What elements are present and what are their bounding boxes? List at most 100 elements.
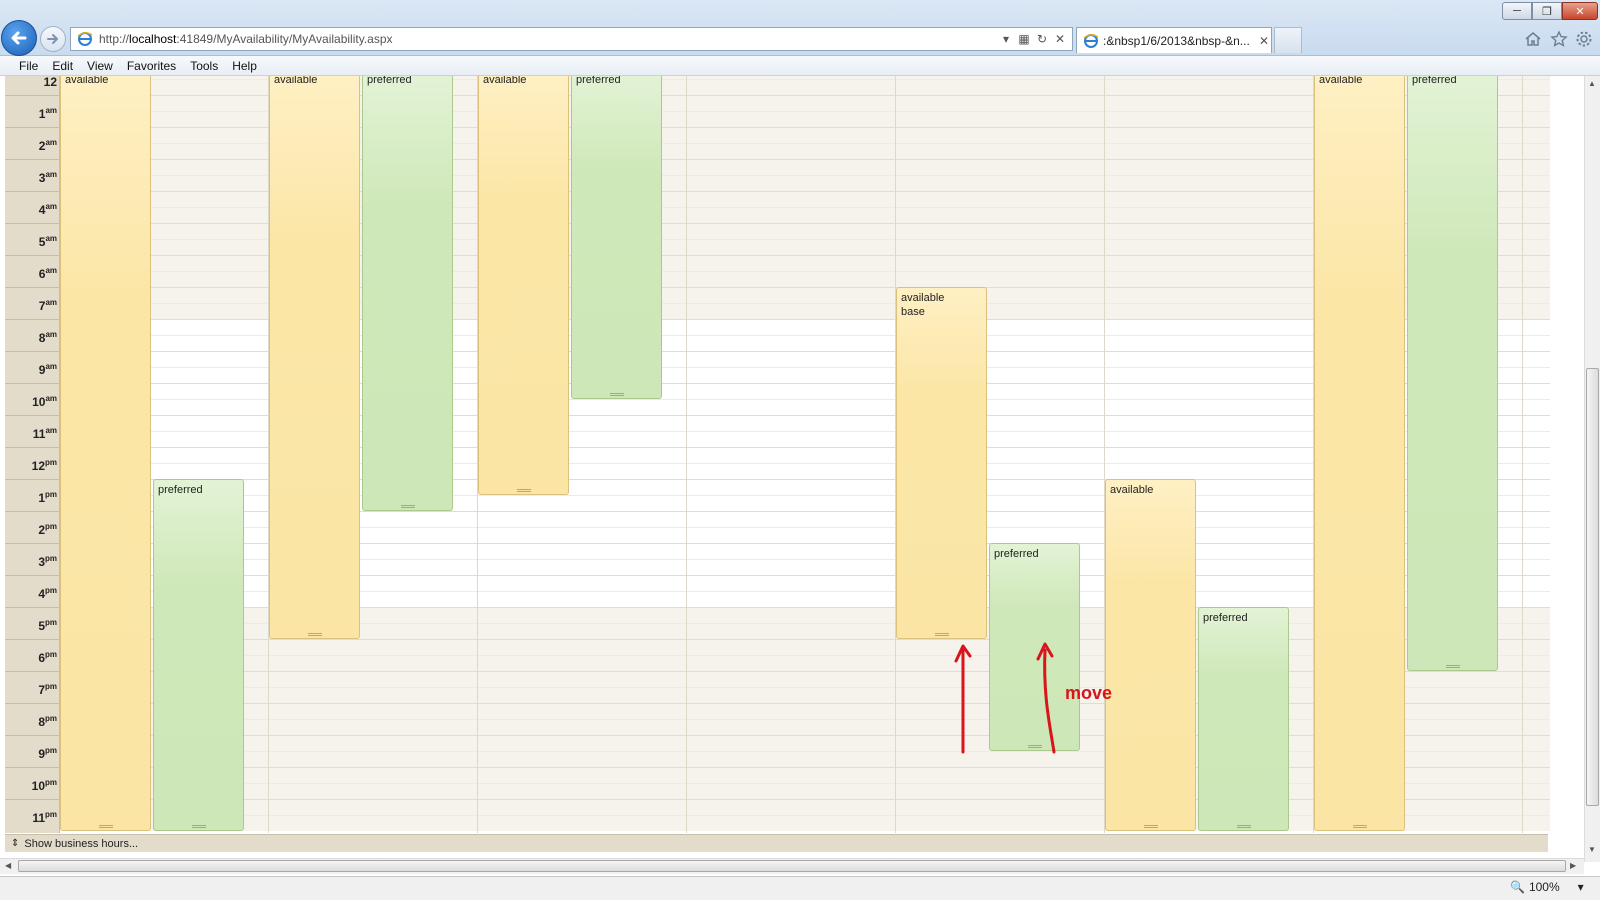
availability-block-preferred[interactable]: preferred — [571, 76, 662, 399]
close-window-button[interactable]: ✕ — [1562, 2, 1598, 20]
tab-close-icon[interactable]: ✕ — [1259, 34, 1269, 48]
hour-suffix: am — [45, 202, 57, 211]
time-gridline — [5, 127, 60, 128]
hour-label: 4am — [5, 202, 57, 217]
horizontal-scroll-thumb[interactable] — [18, 860, 1566, 872]
tab-title: :&nbsp1/6/2013&nbsp-&n... — [1103, 33, 1250, 48]
scroll-right-arrow[interactable]: ▶ — [1570, 861, 1576, 870]
hour-label: 3pm — [5, 554, 57, 569]
restore-button[interactable]: ❐ — [1532, 2, 1562, 20]
hour-number: 3 — [38, 555, 45, 569]
close-icon: ✕ — [1575, 5, 1585, 18]
availability-block-available[interactable]: available — [1105, 479, 1196, 831]
url-host: localhost — [129, 32, 177, 46]
availability-block-preferred[interactable]: preferred — [989, 543, 1080, 751]
availability-block-available[interactable]: available — [269, 76, 360, 639]
day-column[interactable] — [687, 76, 896, 833]
hour-label: 10am — [5, 394, 57, 409]
hour-suffix: am — [45, 394, 57, 403]
hour-label: 8am — [5, 330, 57, 345]
vertical-scroll-thumb[interactable] — [1586, 368, 1599, 806]
ie-tab-icon — [1083, 33, 1099, 48]
block-label: preferred — [1203, 612, 1248, 624]
stop-icon[interactable]: ✕ — [1054, 32, 1066, 46]
time-gridline — [5, 671, 60, 672]
hour-label: 9am — [5, 362, 57, 377]
availability-block-preferred[interactable]: preferred — [362, 76, 453, 511]
resize-grip-icon[interactable] — [1352, 825, 1367, 828]
availability-block-available[interactable]: available — [478, 76, 569, 495]
menu-favorites[interactable]: Favorites — [120, 59, 183, 73]
gear-icon[interactable] — [1575, 30, 1593, 48]
scroll-left-arrow[interactable]: ◀ — [5, 861, 11, 870]
minimize-button[interactable]: ─ — [1502, 2, 1532, 20]
hour-suffix: pm — [45, 490, 57, 499]
hour-suffix: am — [45, 362, 57, 371]
hour-number: 9 — [38, 747, 45, 761]
compatibility-view-icon[interactable]: ▦ — [1018, 32, 1030, 46]
menu-help[interactable]: Help — [225, 59, 264, 73]
hour-number: 6 — [38, 651, 45, 665]
back-button[interactable] — [1, 20, 37, 56]
scroll-down-arrow[interactable]: ▼ — [1588, 845, 1596, 854]
resize-grip-icon[interactable] — [400, 505, 415, 508]
block-label: available — [483, 76, 527, 86]
block-label: available — [274, 76, 318, 86]
show-business-hours-link[interactable]: Show business hours... — [24, 838, 138, 850]
resize-grip-icon[interactable] — [934, 633, 949, 636]
availability-block-preferred[interactable]: preferred — [1198, 607, 1289, 831]
dropdown-icon[interactable]: ▾ — [1000, 32, 1012, 46]
resize-grip-icon[interactable] — [1236, 825, 1251, 828]
resize-grip-icon[interactable] — [1143, 825, 1158, 828]
favorites-star-icon[interactable] — [1550, 30, 1568, 48]
menu-edit[interactable]: Edit — [45, 59, 80, 73]
hour-suffix: pm — [45, 714, 57, 723]
availability-block-available[interactable]: available base — [896, 287, 987, 639]
resize-grip-icon[interactable] — [1027, 745, 1042, 748]
browser-tab[interactable]: :&nbsp1/6/2013&nbsp-&n... ✕ — [1076, 27, 1272, 53]
ie-page-icon — [77, 32, 93, 46]
hour-suffix: pm — [45, 778, 57, 787]
address-bar[interactable]: http://localhost:41849/MyAvailability/My… — [70, 27, 1073, 51]
hour-suffix: pm — [45, 682, 57, 691]
menu-tools[interactable]: Tools — [183, 59, 225, 73]
new-tab-button[interactable] — [1274, 27, 1302, 53]
time-gridline — [5, 159, 60, 160]
resize-grip-icon[interactable] — [191, 825, 206, 828]
menu-view[interactable]: View — [80, 59, 120, 73]
resize-grip-icon[interactable] — [98, 825, 113, 828]
hour-suffix: am — [45, 298, 57, 307]
availability-block-preferred[interactable]: preferred — [1407, 76, 1498, 671]
hour-number: 8 — [38, 715, 45, 729]
zoom-dropdown-icon[interactable]: ▾ — [1578, 880, 1584, 894]
resize-grip-icon[interactable] — [1445, 665, 1460, 668]
show-business-hours-bar[interactable]: ⇕ Show business hours... — [5, 834, 1548, 852]
time-gridline — [5, 351, 60, 352]
availability-block-preferred[interactable]: preferred — [153, 479, 244, 831]
forward-button[interactable] — [40, 26, 66, 52]
resize-grip-icon[interactable] — [516, 489, 531, 492]
zoom-level: 100% — [1528, 880, 1560, 894]
hour-label: 6pm — [5, 650, 57, 665]
time-gridline — [5, 543, 60, 544]
scroll-up-arrow[interactable]: ▲ — [1588, 79, 1596, 88]
hour-suffix: pm — [45, 650, 57, 659]
block-label: available — [1319, 76, 1363, 86]
availability-block-available[interactable]: available — [60, 76, 151, 831]
time-gridline — [5, 255, 60, 256]
hour-suffix: am — [45, 266, 57, 275]
hour-label: 4pm — [5, 586, 57, 601]
refresh-icon[interactable]: ↻ — [1036, 32, 1048, 46]
availability-block-available[interactable]: available — [1314, 76, 1405, 831]
url-text[interactable]: http://localhost:41849/MyAvailability/My… — [99, 32, 1000, 46]
block-label: preferred — [1412, 76, 1457, 86]
hour-label: 3am — [5, 170, 57, 185]
hour-suffix: am — [45, 138, 57, 147]
zoom-control[interactable]: 🔍 100% ▾ — [1510, 880, 1584, 894]
hour-label: 10pm — [5, 778, 57, 793]
home-icon[interactable] — [1524, 30, 1542, 48]
menu-file[interactable]: File — [12, 59, 45, 73]
hour-number: 12 — [43, 76, 57, 89]
resize-grip-icon[interactable] — [609, 393, 624, 396]
resize-grip-icon[interactable] — [307, 633, 322, 636]
